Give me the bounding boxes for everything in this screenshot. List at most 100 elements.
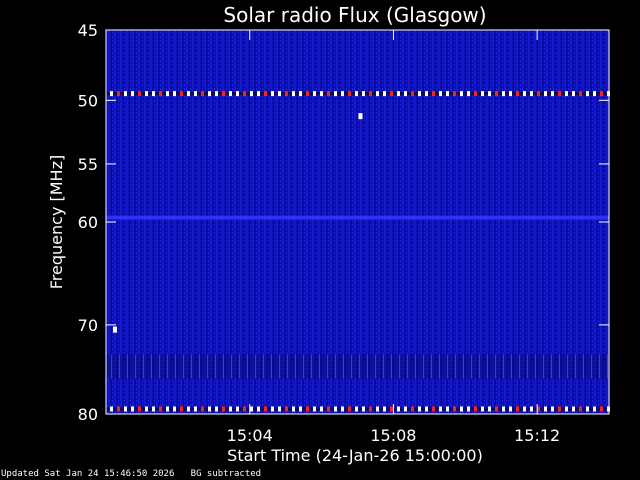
spectrogram-figure: Solar radio Flux (Glasgow) 455055607080 … xyxy=(0,0,640,480)
band-stripe xyxy=(575,354,576,379)
band-stripe xyxy=(303,354,304,379)
interference-dot xyxy=(236,406,239,412)
band-stripe xyxy=(231,354,232,379)
interference-dot xyxy=(593,91,596,97)
plot-area xyxy=(106,30,610,414)
interference-dot xyxy=(313,406,316,412)
interference-dot xyxy=(586,406,589,412)
interference-dot xyxy=(222,406,225,412)
band-stripe xyxy=(247,354,248,379)
interference-dot xyxy=(250,91,253,97)
band-stripe xyxy=(175,354,176,379)
band-stripe xyxy=(335,354,336,379)
interference-dot xyxy=(467,91,470,97)
interference-dot xyxy=(327,406,330,412)
interference-dot xyxy=(215,406,218,412)
interference-dot xyxy=(320,406,323,412)
band-stripe xyxy=(287,354,288,379)
interference-dot xyxy=(110,406,113,412)
interference-dot xyxy=(495,406,498,412)
interference-dot xyxy=(243,91,246,97)
interference-dot xyxy=(439,91,442,97)
interference-dot xyxy=(481,91,484,97)
interference-dot xyxy=(278,91,281,97)
interference-dot xyxy=(460,406,463,412)
interference-dot xyxy=(530,406,533,412)
interference-dot xyxy=(152,91,155,97)
interference-dot xyxy=(551,406,554,412)
interference-dot xyxy=(159,91,162,97)
y-axis-label: Frequency [MHz] xyxy=(47,155,66,289)
interference-dot xyxy=(355,91,358,97)
interference-dot xyxy=(432,91,435,97)
interference-dot xyxy=(495,91,498,97)
interference-dot xyxy=(348,91,351,97)
interference-dot xyxy=(138,91,141,97)
interference-dot xyxy=(229,406,232,412)
interference-dot xyxy=(208,91,211,97)
interference-dot xyxy=(215,91,218,97)
interference-dot xyxy=(271,406,274,412)
band-stripe xyxy=(351,354,352,379)
band-stripe xyxy=(591,354,592,379)
band-stripe xyxy=(239,354,240,379)
band-stripe xyxy=(383,354,384,379)
band-stripe xyxy=(295,354,296,379)
band-stripe xyxy=(127,354,128,379)
band-stripe xyxy=(423,354,424,379)
interference-dot xyxy=(334,406,337,412)
interference-dot xyxy=(404,406,407,412)
interference-dot xyxy=(404,91,407,97)
band-stripe xyxy=(391,354,392,379)
band-line xyxy=(106,215,609,220)
interference-dot xyxy=(306,91,309,97)
interference-dot xyxy=(516,91,519,97)
interference-dot xyxy=(418,91,421,97)
band-stripe xyxy=(183,354,184,379)
interference-dot xyxy=(572,406,575,412)
interference-dot xyxy=(131,406,134,412)
x-axis-label: Start Time (24-Jan-26 15:00:00) xyxy=(227,446,483,465)
band-stripe xyxy=(551,354,552,379)
interference-dot xyxy=(600,406,603,412)
interference-dot xyxy=(194,91,197,97)
band-stripe xyxy=(431,354,432,379)
interference-dot xyxy=(292,91,295,97)
interference-dot xyxy=(334,91,337,97)
interference-dot xyxy=(593,406,596,412)
interference-dot xyxy=(523,91,526,97)
interference-dot xyxy=(166,406,169,412)
interference-dot xyxy=(558,406,561,412)
interference-dot xyxy=(376,406,379,412)
band-stripe xyxy=(135,354,136,379)
interference-dot xyxy=(292,406,295,412)
interference-dot xyxy=(390,406,393,412)
band-stripe xyxy=(447,354,448,379)
band-stripe xyxy=(263,354,264,379)
band-stripe xyxy=(375,354,376,379)
interference-dot xyxy=(117,406,120,412)
interference-dot xyxy=(271,91,274,97)
interference-dot xyxy=(579,406,582,412)
interference-dot xyxy=(376,91,379,97)
interference-dot xyxy=(488,406,491,412)
interference-dot xyxy=(369,91,372,97)
interference-dot xyxy=(383,91,386,97)
footer-note: BG subtracted xyxy=(190,469,262,479)
interference-dot xyxy=(600,91,603,97)
interference-dot xyxy=(229,91,232,97)
interference-dot xyxy=(397,91,400,97)
interference-dot xyxy=(481,406,484,412)
footer-updated: Updated Sat Jan 24 15:46:50 2026 xyxy=(1,469,175,479)
band-stripe xyxy=(503,354,504,379)
y-tick-label: 80 xyxy=(78,405,98,424)
band-stripe xyxy=(159,354,160,379)
band-stripe xyxy=(471,354,472,379)
band-stripe xyxy=(559,354,560,379)
interference-dot xyxy=(502,406,505,412)
interference-dot xyxy=(194,406,197,412)
interference-dot xyxy=(285,91,288,97)
interference-dot xyxy=(467,406,470,412)
interference-dot xyxy=(159,406,162,412)
interference-dot xyxy=(187,406,190,412)
